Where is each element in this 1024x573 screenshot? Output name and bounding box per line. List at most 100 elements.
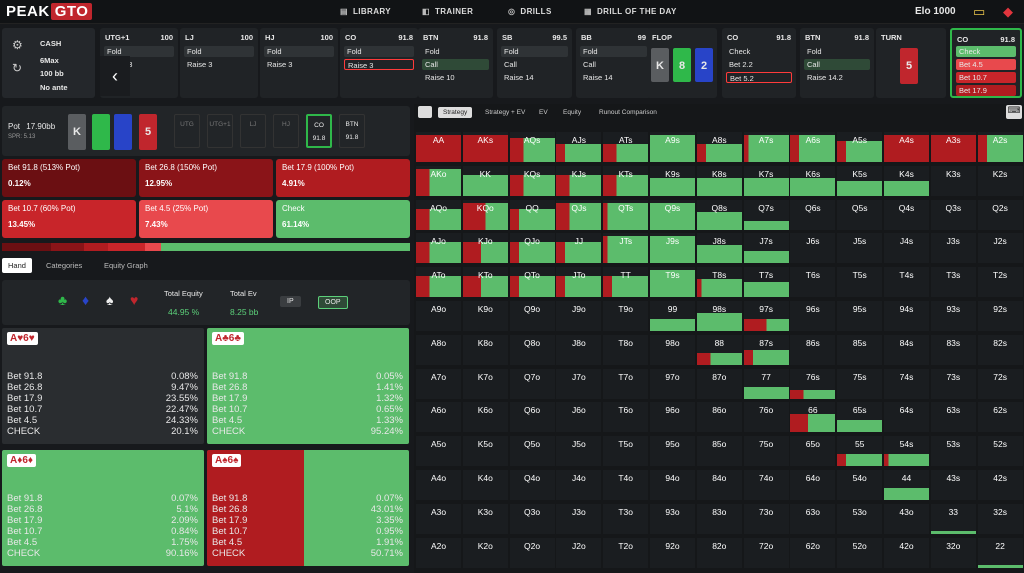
hand-cell[interactable]: 99: [650, 301, 695, 331]
combo-panel[interactable]: A♦6♦ Bet 91.8 0.07% Bet 26.8 5.1% Bet 17.9 2.0…: [2, 450, 204, 566]
hand-cell[interactable]: Q4o: [509, 470, 555, 500]
hand-cell[interactable]: 54s: [884, 436, 929, 467]
nav-library[interactable]: ▤ LIBRARY: [340, 7, 391, 16]
hand-cell[interactable]: 94o: [650, 470, 695, 500]
hand-cell[interactable]: T8s: [696, 267, 742, 298]
hand-cell[interactable]: J9s: [650, 233, 695, 264]
hand-cell[interactable]: A4o: [416, 470, 461, 500]
hand-cell[interactable]: KJo: [462, 233, 508, 264]
hand-cell[interactable]: 22: [977, 537, 1023, 568]
hand-cell[interactable]: 76s: [790, 368, 836, 399]
hand-cell[interactable]: A2o: [416, 537, 461, 568]
hand-cell[interactable]: Q2o: [509, 537, 555, 568]
action-option[interactable]: Bet 10.7: [956, 72, 1016, 83]
hand-cell[interactable]: 92s: [977, 301, 1023, 331]
hand-cell[interactable]: QJs: [556, 199, 602, 230]
nav-trainer[interactable]: ◧ TRAINER: [422, 7, 473, 16]
oop-button[interactable]: OOP: [318, 296, 348, 309]
action-option[interactable]: Fold: [264, 46, 334, 57]
hand-cell[interactable]: AJs: [556, 132, 602, 162]
hand-cell[interactable]: A6s: [790, 132, 836, 162]
refresh-icon[interactable]: ↻: [12, 61, 22, 75]
hand-cell[interactable]: KQo: [462, 199, 508, 230]
hand-cell[interactable]: 54o: [837, 470, 883, 500]
hand-cell[interactable]: A5s: [837, 132, 883, 162]
hand-cell[interactable]: K3s: [930, 165, 976, 196]
hand-cell[interactable]: K8s: [696, 165, 742, 196]
hand-cell[interactable]: 95s: [837, 301, 883, 331]
hand-cell[interactable]: T8o: [603, 334, 649, 365]
hand-cell[interactable]: QJo: [509, 233, 555, 264]
hand-cell[interactable]: 44: [884, 470, 929, 500]
hand-cell[interactable]: 32s: [977, 503, 1023, 534]
hand-cell[interactable]: QQ: [509, 199, 555, 230]
hand-cell[interactable]: K2o: [462, 537, 508, 568]
hand-cell[interactable]: QTs: [603, 199, 649, 230]
hand-cell[interactable]: ATo: [416, 267, 461, 298]
action-option[interactable]: Call: [804, 59, 870, 70]
hand-cell[interactable]: T7s: [743, 267, 789, 298]
hand-cell[interactable]: 84o: [696, 470, 742, 500]
hand-cell[interactable]: K5s: [837, 165, 883, 196]
hand-cell[interactable]: 73s: [930, 368, 976, 399]
hand-cell[interactable]: 64o: [790, 470, 836, 500]
hand-cell[interactable]: 85o: [696, 436, 742, 467]
hand-cell[interactable]: K4s: [884, 165, 929, 196]
hand-cell[interactable]: Q5s: [837, 199, 883, 230]
hand-cell[interactable]: Q8o: [509, 334, 555, 365]
tab-hand[interactable]: Hand: [2, 258, 32, 273]
hand-cell[interactable]: T2s: [977, 267, 1023, 298]
hand-cell[interactable]: KTs: [603, 165, 649, 196]
hand-cell[interactable]: Q9s: [650, 199, 695, 230]
hand-cell[interactable]: TT: [603, 267, 649, 298]
seat-co[interactable]: CO 91.8: [306, 114, 332, 148]
hand-cell[interactable]: K4o: [462, 470, 508, 500]
layout-toggle-icon[interactable]: [418, 106, 432, 118]
hand-cell[interactable]: T5s: [837, 267, 883, 298]
hand-cell[interactable]: KJs: [556, 165, 602, 196]
hand-cell[interactable]: T9s: [650, 267, 695, 298]
hand-cell[interactable]: J6s: [790, 233, 836, 264]
hand-cell[interactable]: T2o: [603, 537, 649, 568]
action-option[interactable]: Raise 3: [184, 59, 254, 70]
hand-cell[interactable]: Q2s: [977, 199, 1023, 230]
hand-cell[interactable]: T3o: [603, 503, 649, 534]
hand-cell[interactable]: AJo: [416, 233, 461, 264]
nav-drills[interactable]: ◎ DRILLS: [508, 7, 552, 16]
hand-cell[interactable]: Q8s: [696, 199, 742, 230]
hand-cell[interactable]: J8s: [696, 233, 742, 264]
ip-button[interactable]: IP: [280, 296, 301, 307]
action-option[interactable]: Call: [422, 59, 489, 70]
hand-cell[interactable]: 97s: [743, 301, 789, 331]
hand-cell[interactable]: T3s: [930, 267, 976, 298]
hand-cell[interactable]: 76o: [743, 402, 789, 433]
hand-cell[interactable]: 64s: [884, 402, 929, 433]
action-option[interactable]: Raise 10: [422, 72, 489, 83]
hand-cell[interactable]: 53o: [837, 503, 883, 534]
action-option[interactable]: Check: [726, 46, 792, 57]
hand-cell[interactable]: 32o: [930, 537, 976, 568]
action-option[interactable]: Raise 14: [501, 72, 568, 83]
combo-panel[interactable]: A♣6♣ Bet 91.8 0.05% Bet 26.8 1.41% Bet 17.9 1.…: [207, 328, 409, 444]
action-option[interactable]: Call: [580, 59, 647, 70]
hand-cell[interactable]: Q9o: [509, 301, 555, 331]
hand-cell[interactable]: 74o: [743, 470, 789, 500]
hand-cell[interactable]: A8o: [416, 334, 461, 365]
hand-cell[interactable]: 75s: [837, 368, 883, 399]
hand-cell[interactable]: J2s: [977, 233, 1023, 264]
hand-cell[interactable]: A3o: [416, 503, 461, 534]
hand-cell[interactable]: T6o: [603, 402, 649, 433]
hand-cell[interactable]: KTo: [462, 267, 508, 298]
hand-cell[interactable]: A7o: [416, 368, 461, 399]
hand-cell[interactable]: 82o: [696, 537, 742, 568]
hand-cell[interactable]: 74s: [884, 368, 929, 399]
bet-option[interactable]: Bet 91.8 (513% Pot) 0.12%: [2, 159, 136, 197]
hand-cell[interactable]: Q6o: [509, 402, 555, 433]
action-option[interactable]: Raise 3: [344, 59, 414, 70]
action-option[interactable]: Fold: [422, 46, 489, 57]
gamepad-icon[interactable]: ⌨: [1006, 105, 1022, 119]
hand-cell[interactable]: K2s: [977, 165, 1023, 196]
hand-cell[interactable]: 73o: [743, 503, 789, 534]
hand-cell[interactable]: 87o: [696, 368, 742, 399]
hand-cell[interactable]: 62s: [977, 402, 1023, 433]
